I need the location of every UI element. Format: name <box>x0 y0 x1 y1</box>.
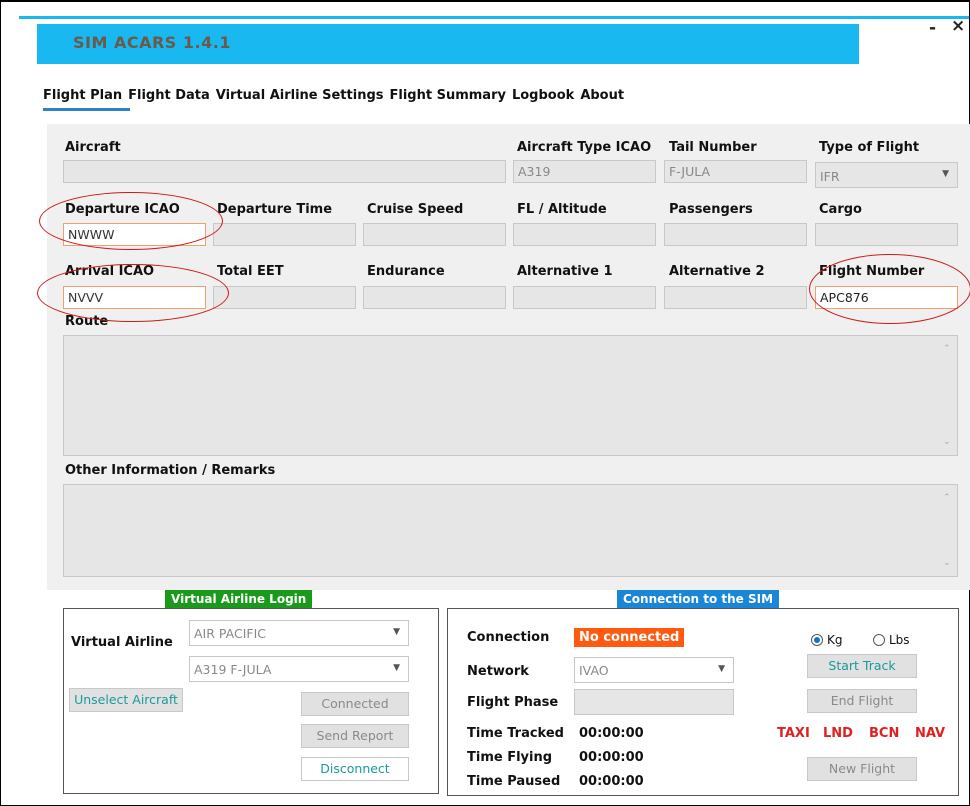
departure-time-field[interactable] <box>213 223 356 246</box>
time-paused-value: 00:00:00 <box>579 774 644 789</box>
time-flying-label: Time Flying <box>467 750 553 765</box>
flight-number-label: Flight Number <box>819 264 925 279</box>
aircraft-type-label: Aircraft Type ICAO <box>517 140 652 155</box>
new-flight-button[interactable]: New Flight <box>807 757 917 781</box>
scroll-up-icon[interactable]: ⌃ <box>943 493 951 503</box>
start-track-button[interactable]: Start Track <box>807 654 917 678</box>
connection-label: Connection <box>467 630 550 645</box>
alternative-2-field[interactable] <box>664 286 807 309</box>
unit-lbs-label: Lbs <box>889 633 910 647</box>
passengers-field[interactable] <box>664 223 807 246</box>
remarks-label: Other Information / Remarks <box>65 463 276 478</box>
radio-unselected-icon <box>873 634 885 646</box>
departure-time-label: Departure Time <box>217 202 333 217</box>
virtual-airline-label: Virtual Airline <box>71 635 173 650</box>
endurance-field[interactable] <box>363 286 506 309</box>
app-window: SIM ACARS 1.4.1 - × Flight Plan Flight D… <box>0 0 970 806</box>
total-eet-label: Total EET <box>217 264 284 279</box>
type-of-flight-select[interactable]: IFR <box>815 162 958 188</box>
aircraft-select[interactable]: A319 F-JULA <box>189 656 409 682</box>
main-menu: Flight Plan Flight Data Virtual Airline … <box>43 88 624 103</box>
title-bar[interactable]: SIM ACARS 1.4.1 <box>37 24 859 64</box>
scroll-up-icon[interactable]: ⌃ <box>943 344 951 354</box>
fl-altitude-label: FL / Altitude <box>517 202 607 217</box>
end-flight-button[interactable]: End Flight <box>807 689 917 713</box>
total-eet-field[interactable] <box>213 286 356 309</box>
time-tracked-value: 00:00:00 <box>579 726 644 741</box>
endurance-label: Endurance <box>367 264 445 279</box>
active-tab-indicator <box>43 108 130 111</box>
passengers-label: Passengers <box>669 202 753 217</box>
departure-icao-field[interactable]: NWWW <box>63 223 206 246</box>
aircraft-field[interactable] <box>63 160 506 183</box>
network-label: Network <box>467 664 529 679</box>
phase-bcn-indicator: BCN <box>869 726 900 741</box>
disconnect-button[interactable]: Disconnect <box>301 757 409 781</box>
cruise-speed-label: Cruise Speed <box>367 202 464 217</box>
phase-nav-indicator: NAV <box>915 726 946 741</box>
tab-virtual-airline-settings[interactable]: Virtual Airline Settings <box>216 88 384 103</box>
cargo-label: Cargo <box>819 202 862 217</box>
unit-kg-label: Kg <box>827 633 843 647</box>
tab-flight-data[interactable]: Flight Data <box>128 88 210 103</box>
tab-flight-plan[interactable]: Flight Plan <box>43 88 122 103</box>
tail-number-field[interactable]: F-JULA <box>664 160 807 183</box>
network-select[interactable]: IVAO <box>574 657 734 683</box>
window-top-accent <box>19 16 969 19</box>
time-flying-value: 00:00:00 <box>579 750 644 765</box>
route-label: Route <box>65 314 109 329</box>
remarks-textarea[interactable]: ⌃ ⌄ <box>63 484 958 577</box>
phase-lnd-indicator: LND <box>823 726 853 741</box>
alternative-2-label: Alternative 2 <box>669 264 765 279</box>
cargo-field[interactable] <box>815 223 958 246</box>
alternative-1-field[interactable] <box>513 286 656 309</box>
flight-phase-label: Flight Phase <box>467 695 559 710</box>
tab-logbook[interactable]: Logbook <box>512 88 574 103</box>
fl-altitude-field[interactable] <box>513 223 656 246</box>
virtual-airline-select[interactable]: AIR PACIFIC <box>189 620 409 646</box>
flight-phase-field <box>574 689 734 715</box>
tab-about[interactable]: About <box>580 88 624 103</box>
route-textarea[interactable]: ⌃ ⌄ <box>63 335 958 456</box>
close-icon[interactable]: × <box>951 16 965 36</box>
arrival-icao-label: Arrival ICAO <box>65 264 155 279</box>
connection-status-badge: No connected <box>574 628 685 647</box>
aircraft-label: Aircraft <box>65 140 121 155</box>
send-report-button[interactable]: Send Report <box>301 724 409 748</box>
app-title: SIM ACARS 1.4.1 <box>73 33 231 52</box>
alternative-1-label: Alternative 1 <box>517 264 613 279</box>
time-tracked-label: Time Tracked <box>467 726 564 741</box>
unit-kg-radio[interactable]: Kg <box>811 633 843 647</box>
departure-icao-label: Departure ICAO <box>65 202 180 217</box>
tail-number-label: Tail Number <box>669 140 757 155</box>
flight-number-field[interactable]: APC876 <box>815 286 958 309</box>
scroll-down-icon[interactable]: ⌄ <box>943 437 951 447</box>
radio-selected-icon <box>811 634 823 646</box>
aircraft-type-field[interactable]: A319 <box>513 160 656 183</box>
unit-lbs-radio[interactable]: Lbs <box>873 633 910 647</box>
phase-taxi-indicator: TAXI <box>777 726 810 741</box>
type-of-flight-label: Type of Flight <box>819 140 920 155</box>
arrival-icao-field[interactable]: NVVV <box>63 286 206 309</box>
route-scrollbar[interactable]: ⌃ ⌄ <box>943 344 951 447</box>
tab-flight-summary[interactable]: Flight Summary <box>390 88 506 103</box>
unselect-aircraft-button[interactable]: Unselect Aircraft <box>69 688 183 712</box>
minimize-icon[interactable]: - <box>929 18 936 38</box>
remarks-scrollbar[interactable]: ⌃ ⌄ <box>943 493 951 568</box>
scroll-down-icon[interactable]: ⌄ <box>943 558 951 568</box>
cruise-speed-field[interactable] <box>363 223 506 246</box>
sim-connection-header: Connection to the SIM <box>617 590 780 608</box>
connected-button[interactable]: Connected <box>301 692 409 716</box>
time-paused-label: Time Paused <box>467 774 561 789</box>
va-login-header: Virtual Airline Login <box>165 590 313 608</box>
